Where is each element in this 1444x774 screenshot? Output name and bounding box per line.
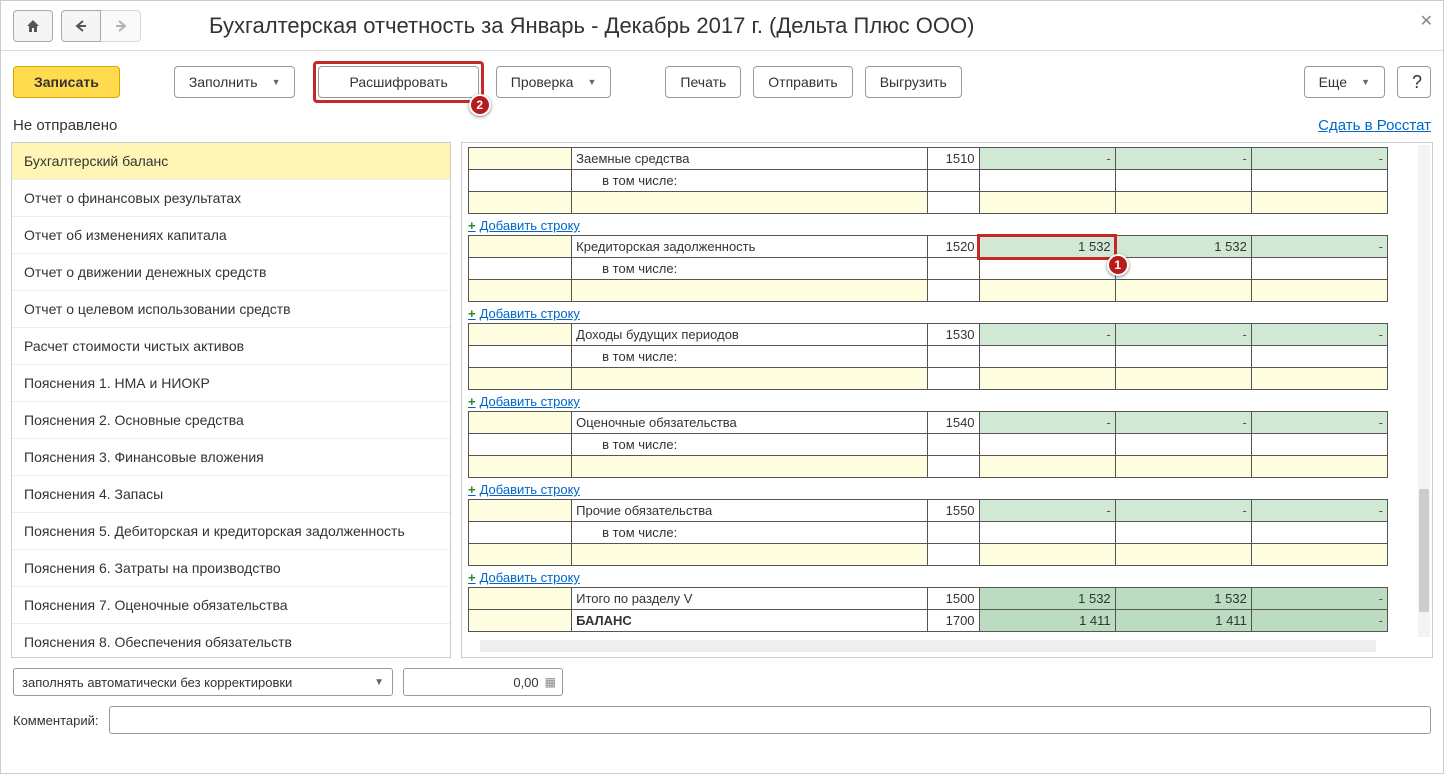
page-title: Бухгалтерская отчетность за Январь - Дек…	[209, 13, 974, 39]
row-1550-name: Прочие обязательства	[572, 500, 928, 522]
row-1500-v2[interactable]: 1 532	[1115, 588, 1251, 610]
numeric-value-field[interactable]: 0,00 ▦	[403, 668, 563, 696]
row-1700-v3[interactable]: -	[1251, 610, 1387, 632]
fill-button[interactable]: Заполнить	[174, 66, 296, 98]
row-1700-code: 1700	[927, 610, 979, 632]
row-1540-v3[interactable]: -	[1251, 412, 1387, 434]
row-1520-incl: в том числе:	[572, 258, 928, 280]
sidebar-item-5[interactable]: Расчет стоимости чистых активов	[12, 328, 450, 365]
sidebar-item-6[interactable]: Пояснения 1. НМА и НИОКР	[12, 365, 450, 402]
row-1520-v2[interactable]: 1 532	[1115, 236, 1251, 258]
sidebar-item-4[interactable]: Отчет о целевом использовании средств	[12, 291, 450, 328]
comment-label: Комментарий:	[13, 713, 99, 728]
add-row-1520[interactable]: +Добавить строку	[468, 306, 580, 321]
sidebar-item-0[interactable]: Бухгалтерский баланс	[12, 143, 450, 180]
sidebar-item-13[interactable]: Пояснения 8. Обеспечения обязательств	[12, 624, 450, 658]
row-1530-code: 1530	[927, 324, 979, 346]
help-button[interactable]: ?	[1397, 66, 1431, 98]
add-row-1540[interactable]: +Добавить строку	[468, 482, 580, 497]
row-1540-v2[interactable]: -	[1115, 412, 1251, 434]
save-button[interactable]: Записать	[13, 66, 120, 98]
row-1530-incl: в том числе:	[572, 346, 928, 368]
row-1520-code: 1520	[927, 236, 979, 258]
row-1540-v1[interactable]: -	[979, 412, 1115, 434]
send-status: Не отправлено	[13, 117, 117, 134]
chevron-down-icon: ▼	[374, 677, 384, 688]
row-1500-name: Итого по разделу V	[572, 588, 928, 610]
row-1550-v2[interactable]: -	[1115, 500, 1251, 522]
row-1540-code: 1540	[927, 412, 979, 434]
vertical-scrollbar[interactable]	[1418, 145, 1430, 637]
sidebar-item-7[interactable]: Пояснения 2. Основные средства	[12, 402, 450, 439]
row-1700-v1[interactable]: 1 411	[979, 610, 1115, 632]
highlight-2: Расшифровать 2	[313, 61, 483, 103]
add-row-1530[interactable]: +Добавить строку	[468, 394, 580, 409]
row-1510-v1[interactable]: -	[979, 148, 1115, 170]
row-1510-code: 1510	[927, 148, 979, 170]
row-1500-v1[interactable]: 1 532	[979, 588, 1115, 610]
back-button[interactable]	[61, 10, 101, 42]
horizontal-scrollbar[interactable]	[480, 640, 1376, 652]
sidebar-item-1[interactable]: Отчет о финансовых результатах	[12, 180, 450, 217]
sidebar-item-11[interactable]: Пояснения 6. Затраты на производство	[12, 550, 450, 587]
fill-mode-select[interactable]: заполнять автоматически без корректировк…	[13, 668, 393, 696]
decode-button[interactable]: Расшифровать	[318, 66, 478, 98]
row-1550-v1[interactable]: -	[979, 500, 1115, 522]
row-1510-v3[interactable]: -	[1251, 148, 1387, 170]
send-button[interactable]: Отправить	[753, 66, 852, 98]
row-1700-name: БАЛАНС	[572, 610, 928, 632]
close-icon[interactable]: ✕	[1420, 11, 1433, 31]
print-button[interactable]: Печать	[665, 66, 741, 98]
more-button[interactable]: Еще	[1304, 66, 1385, 98]
sidebar: Бухгалтерский баланс Отчет о финансовых …	[11, 142, 451, 658]
calculator-icon[interactable]: ▦	[545, 675, 556, 689]
main-sheet: Заемные средства 1510 - - - в том числе:	[461, 142, 1433, 658]
sidebar-item-2[interactable]: Отчет об изменениях капитала	[12, 217, 450, 254]
row-1500-code: 1500	[927, 588, 979, 610]
row-1530-name: Доходы будущих периодов	[572, 324, 928, 346]
row-1550-v3[interactable]: -	[1251, 500, 1387, 522]
row-1510-incl: в том числе:	[572, 170, 928, 192]
row-1520-name: Кредиторская задолженность	[572, 236, 928, 258]
export-button[interactable]: Выгрузить	[865, 66, 962, 98]
check-button[interactable]: Проверка	[496, 66, 612, 98]
row-1550-code: 1550	[927, 500, 979, 522]
row-1700-v2[interactable]: 1 411	[1115, 610, 1251, 632]
sidebar-item-9[interactable]: Пояснения 4. Запасы	[12, 476, 450, 513]
row-1530-v2[interactable]: -	[1115, 324, 1251, 346]
row-1520-v1[interactable]: 1 532	[979, 236, 1115, 258]
row-1530-v1[interactable]: -	[979, 324, 1115, 346]
rosstat-link[interactable]: Сдать в Росстат	[1318, 117, 1431, 134]
row-1510-v2[interactable]: -	[1115, 148, 1251, 170]
row-1500-v3[interactable]: -	[1251, 588, 1387, 610]
row-1550-incl: в том числе:	[572, 522, 928, 544]
sidebar-item-12[interactable]: Пояснения 7. Оценочные обязательства	[12, 587, 450, 624]
forward-button[interactable]	[101, 10, 141, 42]
row-1540-incl: в том числе:	[572, 434, 928, 456]
home-button[interactable]	[13, 10, 53, 42]
sidebar-item-3[interactable]: Отчет о движении денежных средств	[12, 254, 450, 291]
add-row-1550[interactable]: +Добавить строку	[468, 570, 580, 585]
sidebar-item-10[interactable]: Пояснения 5. Дебиторская и кредиторская …	[12, 513, 450, 550]
row-1540-name: Оценочные обязательства	[572, 412, 928, 434]
sidebar-item-8[interactable]: Пояснения 3. Финансовые вложения	[12, 439, 450, 476]
row-1520-v3[interactable]: -	[1251, 236, 1387, 258]
callout-1: 1	[1107, 254, 1129, 276]
callout-2: 2	[469, 94, 491, 116]
row-1510-name: Заемные средства	[572, 148, 928, 170]
row-1530-v3[interactable]: -	[1251, 324, 1387, 346]
comment-input[interactable]	[109, 706, 1432, 734]
add-row-1510[interactable]: +Добавить строку	[468, 218, 580, 233]
